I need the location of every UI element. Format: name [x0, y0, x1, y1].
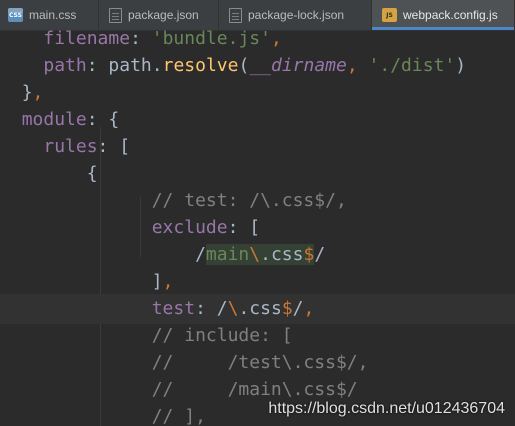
code-line: ],	[151, 271, 174, 292]
code-line: // /test\.css$/,	[151, 352, 369, 373]
code-line: {	[86, 163, 98, 184]
json-file-icon	[109, 7, 122, 23]
code-line: // include: [	[151, 325, 293, 346]
json-file-icon	[229, 7, 242, 23]
code-editor: CSS main.css package.json package-lock.j…	[0, 0, 515, 426]
code-line: path: path.resolve(__dirname, './dist')	[43, 55, 467, 76]
code-line: rules: [	[43, 136, 131, 157]
tab-label: package.json	[128, 8, 199, 22]
js-file-icon: JS	[382, 8, 397, 22]
code-line: // test: /\.css$/,	[151, 190, 347, 211]
code-line: exclude: [	[151, 217, 261, 238]
code-line: module: {	[21, 109, 120, 130]
tab-label: main.css	[29, 8, 77, 22]
tab-label: package-lock.json	[248, 8, 345, 22]
code-line: },	[21, 82, 44, 103]
code-line: /main\.css$/	[195, 244, 326, 265]
code-line-current: test: /\.css$/,	[0, 294, 515, 324]
watermark-url: https://blog.csdn.net/u012436704	[268, 400, 505, 417]
code-area[interactable]: filename: 'bundle.js', path: path.resolv…	[0, 28, 515, 426]
tab-label: webpack.config.js	[403, 8, 498, 22]
code-line: filename: 'bundle.js',	[43, 28, 282, 49]
css-file-icon: CSS	[8, 8, 23, 22]
